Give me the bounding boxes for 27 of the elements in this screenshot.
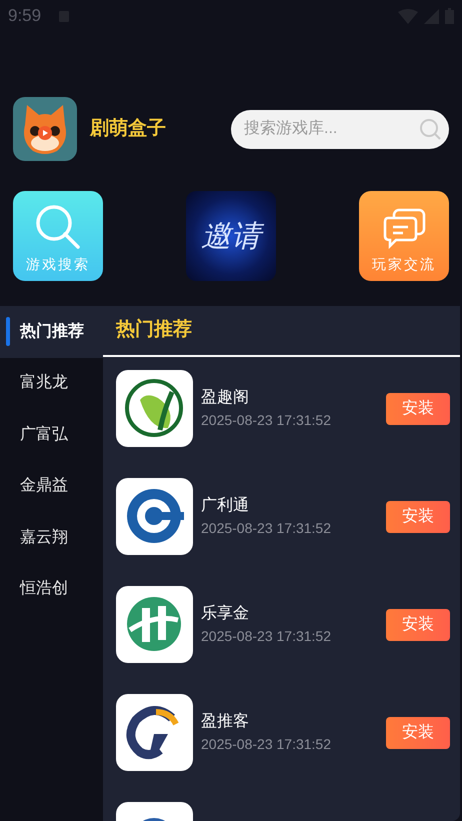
section-title: 热门推荐	[116, 318, 192, 342]
app-name: 广利通	[201, 496, 250, 516]
chat-bubbles-icon	[382, 208, 426, 250]
app-logo-icon	[116, 694, 193, 771]
app-name: 盈推客	[201, 712, 250, 732]
app-date: 2025-08-23 17:31:52	[201, 627, 331, 646]
app-date: 2025-08-23 17:31:52	[201, 411, 331, 430]
search-icon	[35, 204, 81, 250]
app-name: 乐享金	[201, 604, 250, 624]
app-date: 2025-08-23 17:31:52	[201, 519, 331, 538]
search-field[interactable]: 搜索游戏库...	[231, 110, 449, 148]
sidebar-item[interactable]: 富兆龙	[0, 358, 103, 409]
sidebar-item[interactable]: 广富弘	[0, 409, 103, 460]
sidebar-item[interactable]: 热门推荐	[0, 306, 103, 358]
app-title: 剧萌盒子	[90, 116, 166, 141]
search-icon[interactable]	[419, 118, 441, 140]
app-logo-icon	[116, 478, 193, 555]
app-logo-icon	[116, 370, 193, 447]
app-name: 盈趣阁	[201, 388, 250, 408]
status-time: 9:59	[8, 5, 42, 28]
invite-button[interactable]: 邀请	[186, 191, 276, 281]
sidebar-item[interactable]: 金鼎益	[0, 460, 103, 512]
app-date: 2025-08-23 17:31:52	[201, 735, 331, 754]
app-logo-icon	[116, 586, 193, 663]
sidebar-item[interactable]: 嘉云翔	[0, 512, 103, 564]
sidebar-item[interactable]: 恒浩创	[0, 564, 103, 615]
cat-logo-icon	[13, 97, 77, 161]
